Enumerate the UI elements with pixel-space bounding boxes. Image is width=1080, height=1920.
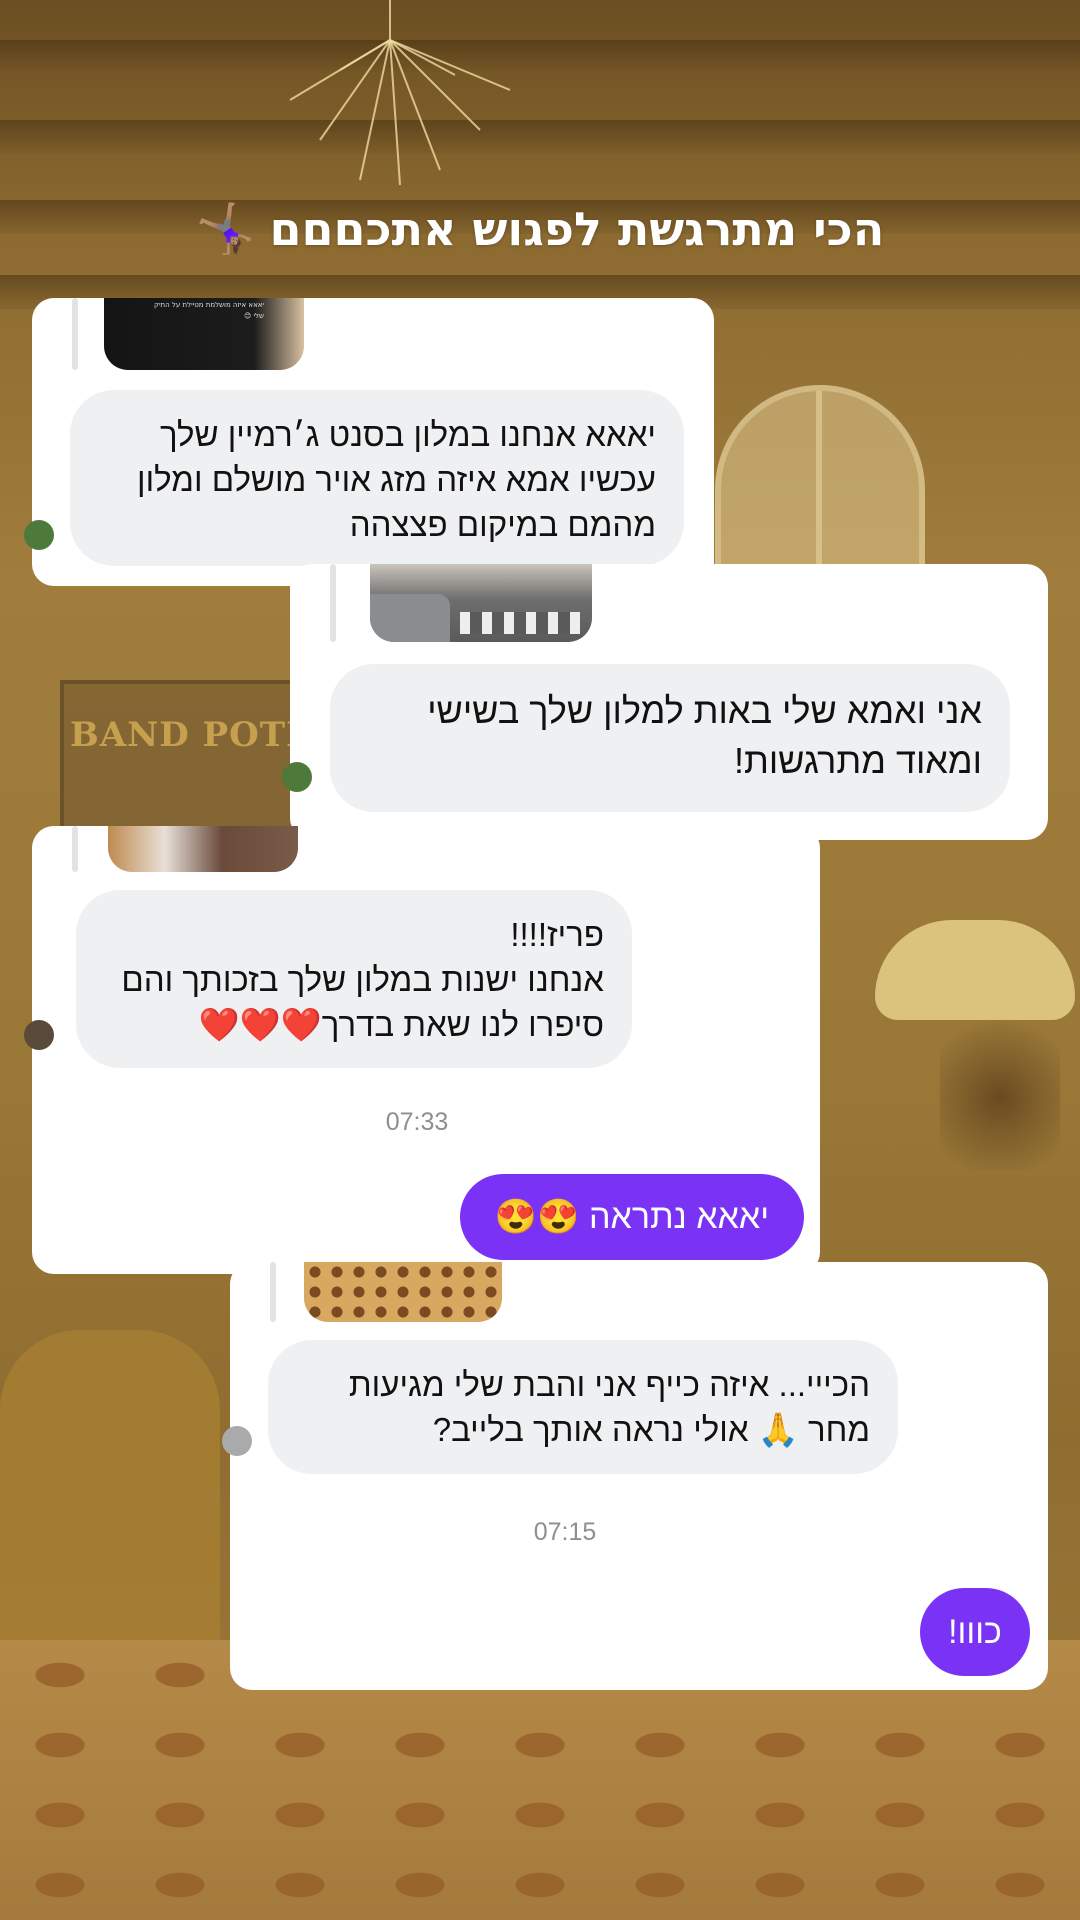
reply-indicator <box>72 826 78 872</box>
story-thumbnail[interactable] <box>108 826 298 872</box>
story-title: הכי מתרגשת לפגוש אתכםםם 🤸🏽‍♀️ <box>0 200 1080 257</box>
thumbnail-caption: יאאא איזה מושלמת מטיילת על התיק שלי 😊 <box>154 301 264 320</box>
avatar <box>24 520 54 550</box>
reply-indicator <box>330 564 336 642</box>
message-bubble: הכייי... איזה כייף אני והבת שלי מגיעות מ… <box>268 1340 898 1474</box>
reply-indicator <box>270 1262 276 1322</box>
message-bubble: פריז!!!! אנחנו ישנות במלון שלך בזכותך וה… <box>76 890 632 1068</box>
story-thumbnail[interactable]: יאאא איזה מושלמת מטיילת על התיק שלי 😊 <box>104 298 304 370</box>
message-card-3: פריז!!!! אנחנו ישנות במלון שלך בזכותך וה… <box>32 826 820 1274</box>
message-bubble: אני ואמא שלי באות למלון שלך בשישי ומאוד … <box>330 664 1010 812</box>
message-timestamp: 07:33 <box>385 1108 449 1136</box>
message-timestamp: 07:15 <box>533 1518 597 1546</box>
sent-reply-bubble: יאאא נתראה 😍😍 <box>460 1174 804 1260</box>
reply-indicator <box>72 298 78 370</box>
avatar <box>222 1426 252 1456</box>
avatar <box>24 1020 54 1050</box>
gymnast-emoji-icon: 🤸🏽‍♀️ <box>195 201 256 257</box>
message-card-1: יאאא איזה מושלמת מטיילת על התיק שלי 😊 יא… <box>32 298 714 586</box>
sent-reply-bubble: כווו! <box>920 1588 1030 1676</box>
message-card-2: אני ואמא שלי באות למלון שלך בשישי ומאוד … <box>290 564 1048 840</box>
title-text: הכי מתרגשת לפגוש אתכםםם <box>269 201 885 256</box>
message-card-4: הכייי... איזה כייף אני והבת שלי מגיעות מ… <box>230 1262 1048 1690</box>
avatar <box>282 762 312 792</box>
story-thumbnail[interactable] <box>370 564 592 642</box>
message-bubble: יאאא אנחנו במלון בסנט ג׳רמיין שלך עכשיו … <box>70 390 684 566</box>
chandelier-decoration <box>289 0 511 186</box>
story-thumbnail[interactable] <box>304 1262 502 1322</box>
